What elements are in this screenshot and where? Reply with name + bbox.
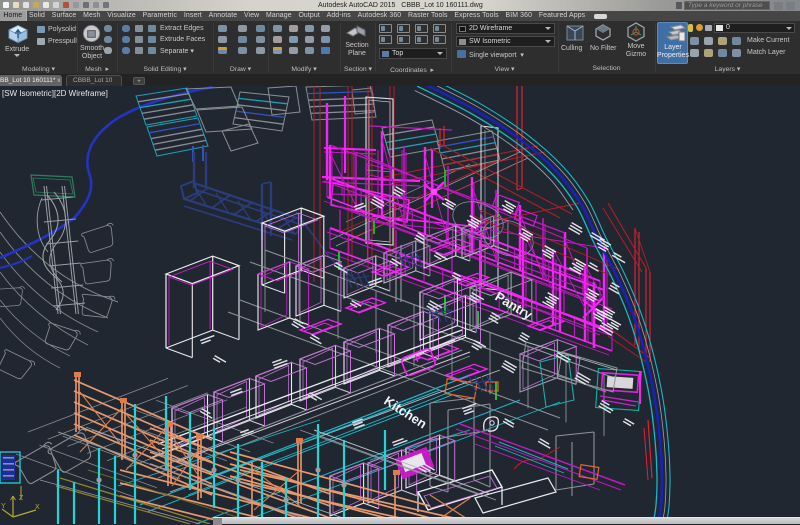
svg-text:[SW Isometric][2D Wireframe]: [SW Isometric][2D Wireframe] xyxy=(2,89,108,98)
svg-text:Y: Y xyxy=(1,503,6,510)
svg-text:X: X xyxy=(35,504,40,511)
